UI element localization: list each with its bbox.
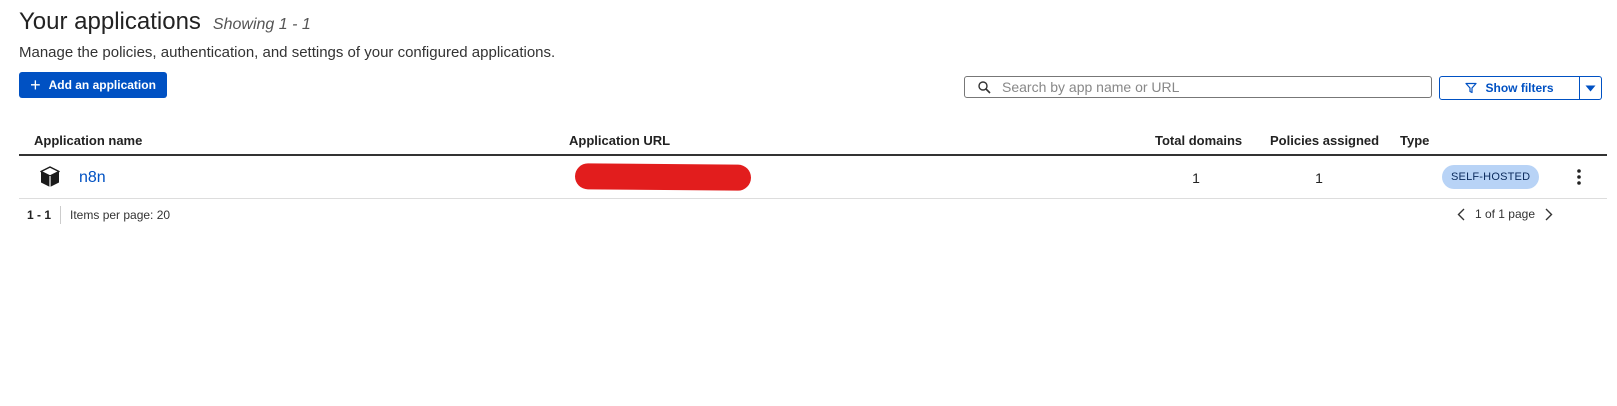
total-domains-value: 1 xyxy=(1192,170,1200,186)
chevron-left-icon xyxy=(1457,208,1465,220)
search-box[interactable] xyxy=(964,76,1432,98)
type-badge: SELF-HOSTED xyxy=(1442,165,1540,189)
add-application-button[interactable]: + Add an application xyxy=(19,72,167,98)
cube-icon xyxy=(40,166,60,187)
column-header-policies-assigned: Policies assigned xyxy=(1270,133,1380,148)
pagination-nav: 1 of 1 page xyxy=(1453,205,1557,223)
page-title: Your applications xyxy=(19,8,201,35)
column-header-application-name: Application name xyxy=(34,133,143,148)
caret-down-icon xyxy=(1585,85,1596,91)
pagination-range: 1 - 1 xyxy=(27,208,52,222)
search-icon xyxy=(978,80,991,94)
column-header-type: Type xyxy=(1400,133,1430,148)
filter-controls: Show filters xyxy=(1439,76,1602,100)
page-info: 1 of 1 page xyxy=(1474,207,1535,221)
applications-table: Application name Application URL Total d… xyxy=(19,125,1607,199)
show-filters-label: Show filters xyxy=(1485,81,1554,95)
kebab-icon xyxy=(1577,169,1581,185)
pagination-summary: 1 - 1 Items per page: 20 xyxy=(27,206,170,224)
column-header-total-domains: Total domains xyxy=(1155,133,1243,148)
application-name-link[interactable]: n8n xyxy=(79,169,106,187)
search-input[interactable] xyxy=(1000,78,1424,96)
previous-page-button[interactable] xyxy=(1453,205,1469,223)
title-row: Your applications Showing 1 - 1 xyxy=(19,8,555,36)
filters-dropdown-button[interactable] xyxy=(1580,76,1602,100)
row-actions-menu-button[interactable] xyxy=(1567,165,1591,189)
pagination-divider xyxy=(60,206,62,224)
filter-icon xyxy=(1465,82,1478,94)
page-header: Your applications Showing 1 - 1 Manage t… xyxy=(19,8,555,61)
redacted-url xyxy=(574,163,752,191)
table-header: Application name Application URL Total d… xyxy=(19,125,1607,156)
next-page-button[interactable] xyxy=(1541,205,1557,223)
column-header-application-url: Application URL xyxy=(569,133,671,148)
plus-icon: + xyxy=(30,75,41,95)
add-application-label: Add an application xyxy=(48,78,156,92)
results-count: Showing 1 - 1 xyxy=(212,16,311,33)
policies-assigned-value: 1 xyxy=(1315,170,1323,186)
page-subtitle: Manage the policies, authentication, and… xyxy=(19,44,556,61)
chevron-right-icon xyxy=(1545,208,1553,220)
show-filters-button[interactable]: Show filters xyxy=(1439,76,1580,100)
items-per-page-selector[interactable]: Items per page: 20 xyxy=(70,208,170,222)
table-row[interactable]: n8n 1 1 SELF-HOSTED xyxy=(19,156,1607,199)
